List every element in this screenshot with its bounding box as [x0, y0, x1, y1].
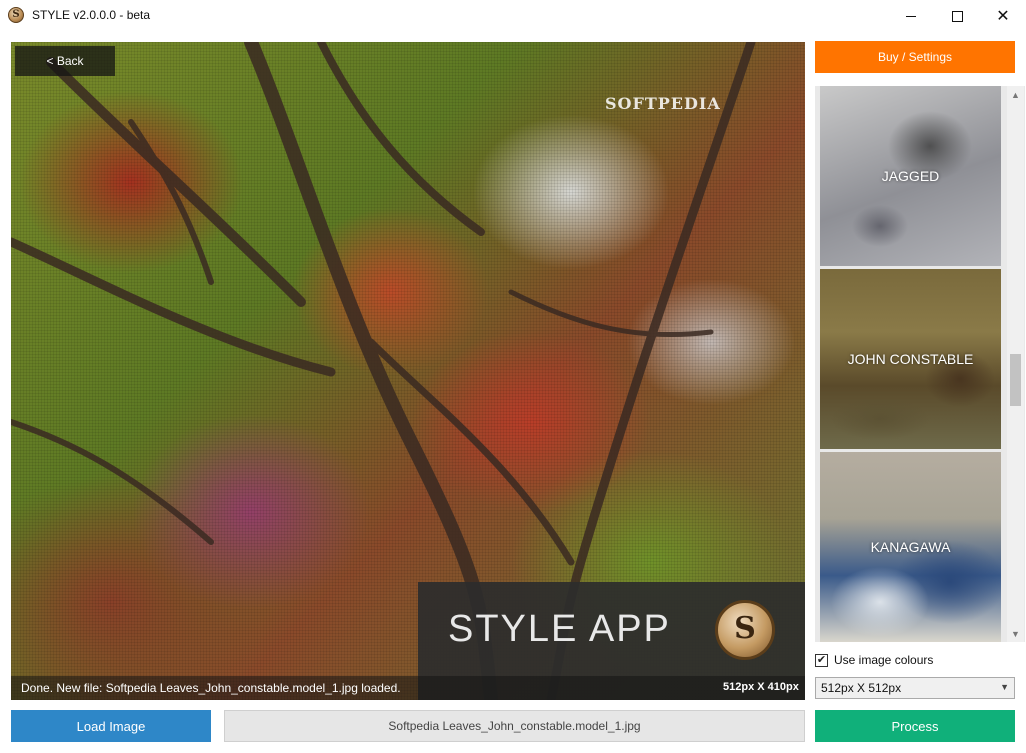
maximize-button[interactable] [934, 0, 980, 32]
use-image-colours-checkbox[interactable]: ✔ [815, 653, 828, 667]
styles-scrollbar[interactable]: ▲ ▼ [1007, 86, 1024, 642]
style-card-label: JAGGED [881, 168, 940, 184]
window-title: STYLE v2.0.0.0 - beta [32, 8, 151, 22]
process-button[interactable]: Process [815, 710, 1015, 742]
output-size-value: 512px X 512px [821, 681, 902, 695]
softpedia-watermark: SOFTPEDIA [605, 94, 721, 113]
style-card-label: KANAGAWA [870, 539, 951, 555]
minimize-button[interactable] [888, 0, 934, 32]
app-logo-icon: S [8, 7, 24, 23]
maximize-icon [951, 10, 963, 22]
filename-field: Softpedia Leaves_John_constable.model_1.… [224, 710, 805, 742]
load-image-button[interactable]: Load Image [11, 710, 211, 742]
scroll-up-icon[interactable]: ▲ [1007, 86, 1024, 103]
image-preview: < Back SOFTPEDIA STYLE APP S Done. New f… [11, 42, 805, 700]
back-button[interactable]: < Back [15, 46, 115, 76]
chevron-down-icon: ▼ [1000, 682, 1009, 692]
status-bar: Done. New file: Softpedia Leaves_John_co… [11, 676, 805, 700]
style-card-john-constable[interactable]: JOHN CONSTABLE [820, 269, 1001, 449]
style-card-jagged[interactable]: JAGGED [820, 86, 1001, 266]
minimize-icon [906, 15, 916, 17]
styles-list: JAGGED JOHN CONSTABLE KANAGAWA [815, 86, 1025, 642]
use-image-colours-label: Use image colours [834, 653, 934, 667]
check-icon: ✔ [816, 653, 827, 666]
close-button[interactable]: ✕ [980, 0, 1026, 32]
use-image-colours-option[interactable]: ✔ Use image colours [815, 653, 933, 667]
output-size-select[interactable]: 512px X 512px ▼ [815, 677, 1015, 699]
scrollbar-thumb[interactable] [1010, 354, 1021, 406]
close-icon: ✕ [996, 6, 1010, 25]
buy-settings-button[interactable]: Buy / Settings [815, 41, 1015, 73]
style-card-kanagawa[interactable]: KANAGAWA [820, 452, 1001, 642]
style-card-label: JOHN CONSTABLE [847, 351, 974, 367]
title-bar: S STYLE v2.0.0.0 - beta ✕ [0, 0, 1026, 32]
brand-text: STYLE APP [448, 608, 671, 650]
scroll-down-icon[interactable]: ▼ [1007, 625, 1024, 642]
status-message: Done. New file: Softpedia Leaves_John_co… [21, 681, 401, 695]
brand-logo-icon: S [715, 600, 775, 660]
image-dimensions: 512px X 410px [723, 681, 799, 693]
